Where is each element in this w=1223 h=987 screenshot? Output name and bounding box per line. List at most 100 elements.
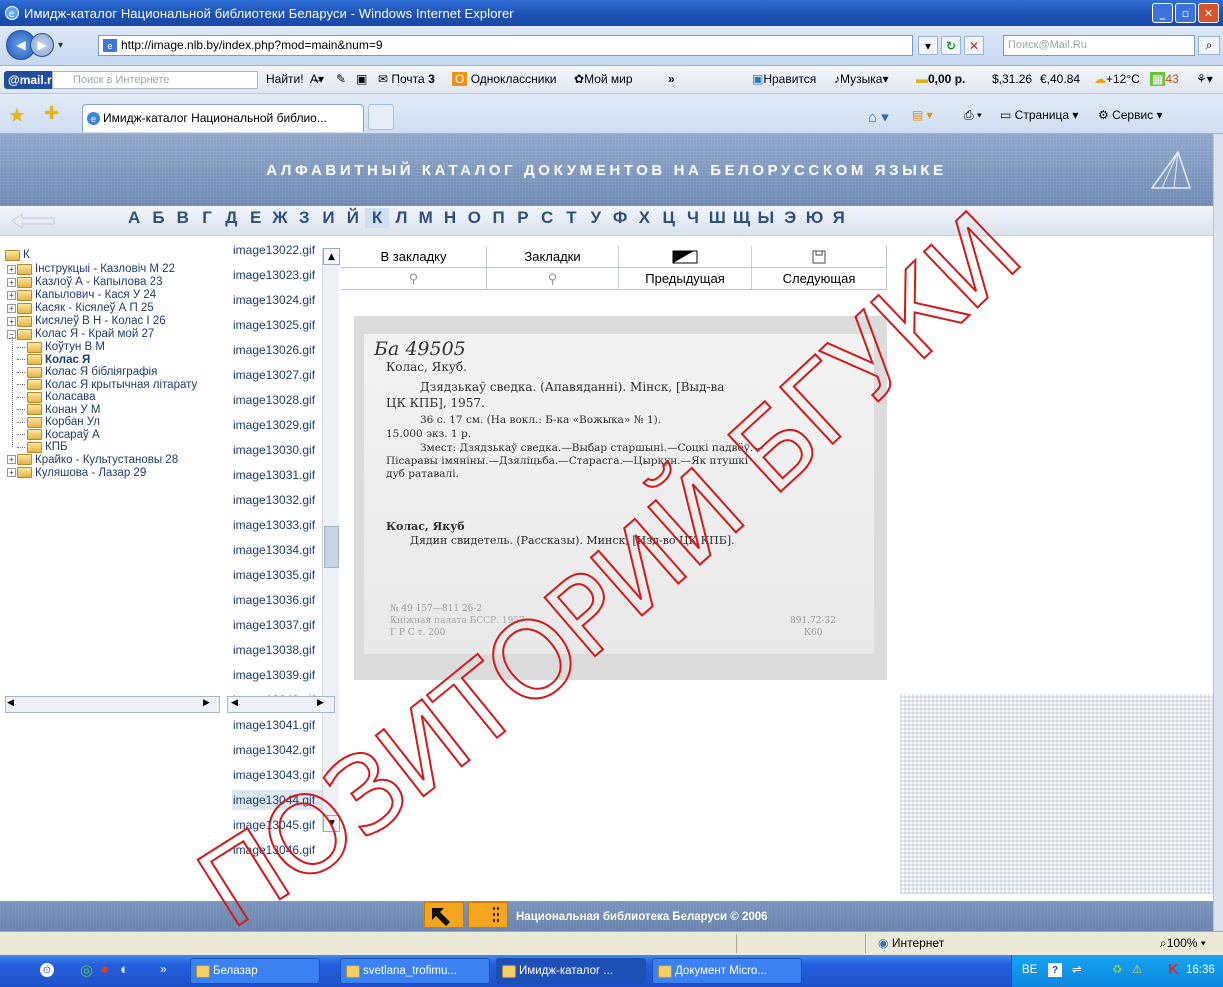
- quicklaunch-mail-icon[interactable]: ◎: [80, 961, 93, 979]
- letter-8[interactable]: И: [316, 208, 340, 228]
- next-button[interactable]: Следующая: [752, 268, 887, 289]
- file-item[interactable]: image13024.gif: [232, 290, 324, 310]
- expand-icon[interactable]: +: [7, 290, 16, 300]
- letter-11[interactable]: Л: [389, 208, 413, 228]
- taskbar-item[interactable]: svetlana_trofimu...: [340, 958, 490, 984]
- classmates-link[interactable]: О Одноклассники: [452, 72, 556, 86]
- expand-icon[interactable]: +: [7, 316, 16, 326]
- file-item[interactable]: image13046.gif: [232, 840, 324, 860]
- file-item[interactable]: image13026.gif: [232, 340, 324, 360]
- url-dropdown-icon[interactable]: ▾: [918, 36, 938, 55]
- tree-item[interactable]: + Капылович - Кася У 24: [7, 288, 156, 302]
- tray-app-icon[interactable]: ♻: [1112, 962, 1122, 976]
- file-item[interactable]: image13041.gif: [232, 715, 324, 735]
- start-icon[interactable]: ⊙: [40, 963, 54, 977]
- file-item[interactable]: image13030.gif: [232, 440, 324, 460]
- letter-18[interactable]: Т: [559, 208, 583, 228]
- letter-3[interactable]: Г: [195, 208, 219, 228]
- file-item[interactable]: image13044.gif: [232, 790, 324, 810]
- letter-1[interactable]: Б: [146, 208, 170, 228]
- money-widget[interactable]: ▬0,00 р.: [916, 72, 965, 86]
- letter-26[interactable]: Ы: [754, 208, 778, 228]
- letter-14[interactable]: О: [462, 208, 486, 228]
- letter-10[interactable]: К: [364, 208, 390, 228]
- files-scroll-left-icon[interactable]: ◀: [231, 698, 238, 708]
- expand-icon[interactable]: +: [7, 264, 16, 274]
- forward-button[interactable]: ▶: [30, 33, 54, 57]
- files-scroll-right-icon[interactable]: ▶: [317, 698, 324, 708]
- letter-29[interactable]: Я: [827, 208, 851, 228]
- zoom-out-button[interactable]: ⚲: [487, 268, 619, 289]
- letter-16[interactable]: Р: [511, 208, 535, 228]
- language-indicator[interactable]: BE: [1022, 964, 1037, 976]
- letter-5[interactable]: Е: [243, 208, 267, 228]
- tree-item[interactable]: + Касяк - Кісялеў А П 25: [7, 301, 154, 315]
- zoom-in-button[interactable]: ⚲: [341, 268, 487, 289]
- expand-icon[interactable]: +: [7, 468, 16, 477]
- scroll-left-icon[interactable]: ◀: [7, 698, 14, 708]
- minimize-button[interactable]: _: [1152, 3, 1173, 23]
- bookmarks-button[interactable]: Закладки: [487, 246, 619, 267]
- favorites-star-icon[interactable]: ★: [8, 103, 26, 127]
- letter-27[interactable]: Э: [778, 208, 802, 228]
- quicklaunch-more-icon[interactable]: »: [160, 962, 167, 976]
- file-item[interactable]: image13032.gif: [232, 490, 324, 510]
- refresh-icon[interactable]: ↻: [941, 36, 961, 55]
- top-button[interactable]: [424, 902, 464, 928]
- file-item[interactable]: image13034.gif: [232, 540, 324, 560]
- frame-icon[interactable]: ▣: [356, 72, 367, 86]
- find-button[interactable]: Найти!: [266, 72, 304, 86]
- letter-22[interactable]: Ц: [657, 208, 681, 228]
- file-item[interactable]: image13037.gif: [232, 615, 324, 635]
- letter-21[interactable]: Х: [632, 208, 656, 228]
- counter-widget[interactable]: ▦ 43: [1150, 72, 1179, 86]
- scroll-up-icon[interactable]: ▲: [323, 248, 340, 265]
- kaspersky-icon[interactable]: K: [1168, 961, 1179, 978]
- file-item[interactable]: image13039.gif: [232, 665, 324, 685]
- file-item[interactable]: image13028.gif: [232, 390, 324, 410]
- letter-2[interactable]: В: [171, 208, 195, 228]
- search-icon[interactable]: ⌕: [1198, 36, 1220, 55]
- file-item[interactable]: image13035.gif: [232, 565, 324, 585]
- letter-15[interactable]: П: [486, 208, 510, 228]
- search-input[interactable]: Поиск@Mail.Ru: [1003, 35, 1195, 56]
- file-item[interactable]: image13036.gif: [232, 590, 324, 610]
- add-bookmark-button[interactable]: В закладку: [341, 246, 487, 267]
- scroll-thumb[interactable]: [324, 526, 339, 568]
- contrast-button[interactable]: [619, 246, 752, 267]
- service-menu[interactable]: ⚙ Сервис ▾: [1098, 108, 1163, 122]
- letter-6[interactable]: Ж: [268, 208, 292, 228]
- page-menu[interactable]: ▭ Страница ▾: [1000, 108, 1078, 122]
- letter-19[interactable]: У: [584, 208, 608, 228]
- new-tab-button[interactable]: [368, 104, 394, 130]
- warning-icon[interactable]: ⚠: [1132, 962, 1142, 976]
- zoom-level[interactable]: ⌕100% ▾: [1160, 936, 1206, 951]
- file-item[interactable]: image13022.gif: [232, 240, 324, 260]
- like-button[interactable]: ▣Нравится: [752, 72, 816, 86]
- network-icon[interactable]: ⇌: [1072, 962, 1082, 976]
- file-item[interactable]: image13033.gif: [232, 515, 324, 535]
- file-list-scrollbar[interactable]: ▲ ▼: [322, 248, 340, 832]
- letter-23[interactable]: Ч: [681, 208, 705, 228]
- print-icon[interactable]: ⎙ ▾: [964, 108, 982, 123]
- tree-item[interactable]: + Куляшова - Лазар 29: [7, 466, 146, 480]
- quicklaunch-ie-icon[interactable]: ◐: [120, 961, 129, 978]
- add-favorites-icon[interactable]: ✚: [44, 103, 59, 124]
- taskbar-item[interactable]: Имидж-каталог ...: [496, 958, 646, 984]
- help-icon[interactable]: ?: [1048, 963, 1062, 977]
- stop-icon[interactable]: ✕: [964, 36, 984, 55]
- taskbar-item[interactable]: Документ Micro...: [652, 958, 802, 984]
- tree-item[interactable]: + Крайко - Культустановы 28: [7, 453, 178, 467]
- taskbar-item[interactable]: Белазар: [190, 958, 320, 984]
- tree-item[interactable]: + Казлоў А - Капылова 23: [7, 275, 162, 289]
- letter-0[interactable]: А: [122, 208, 146, 228]
- letter-12[interactable]: М: [414, 208, 438, 228]
- expand-icon[interactable]: +: [7, 277, 16, 287]
- letter-13[interactable]: Н: [438, 208, 462, 228]
- tree-item[interactable]: − Колас Я - Край мой 27: [7, 327, 154, 341]
- scroll-right-icon[interactable]: ▶: [203, 698, 210, 708]
- letter-25[interactable]: Щ: [729, 208, 753, 228]
- history-dropdown-icon[interactable]: ▾: [58, 40, 63, 51]
- back-arrow-icon[interactable]: [10, 212, 56, 230]
- file-item[interactable]: image13029.gif: [232, 415, 324, 435]
